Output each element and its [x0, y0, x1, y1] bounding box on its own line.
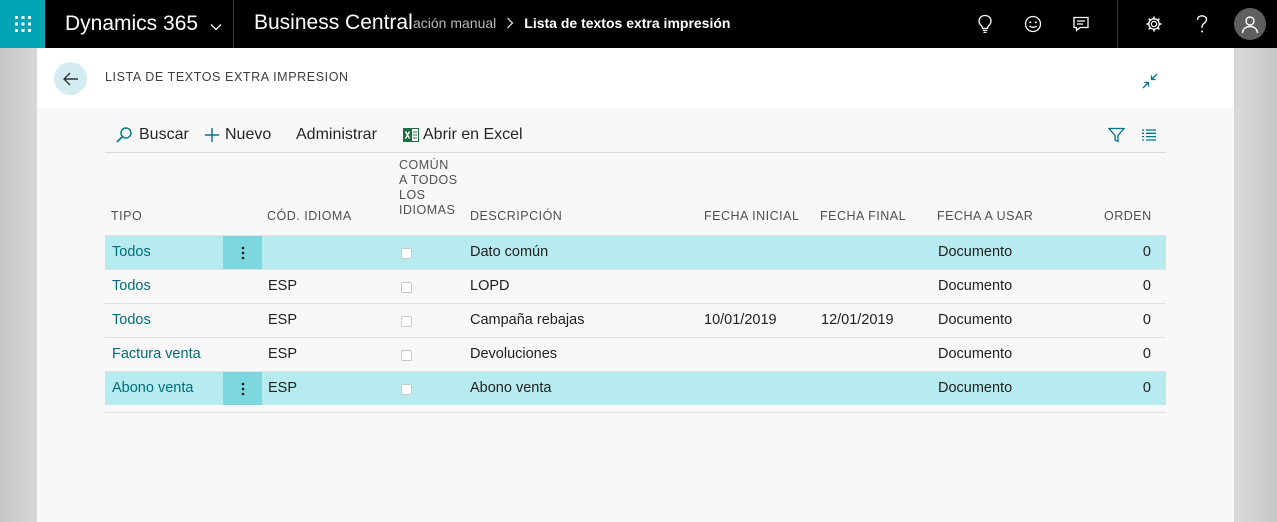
gear-icon[interactable] — [1142, 12, 1166, 36]
table-row[interactable]: Todos ESP Campaña rebajas 10/01/2019 12/… — [105, 303, 1166, 337]
chevron-down-icon — [210, 13, 222, 37]
search-button[interactable]: Buscar — [115, 126, 189, 144]
column-header-orden[interactable]: ORDEN — [1104, 209, 1152, 223]
breadcrumb: ación manual Lista de textos extra impre… — [413, 15, 730, 31]
action-bar: Buscar Nuevo Administrar Abrir en Excel — [105, 115, 1166, 153]
product-switcher[interactable]: Dynamics 365 — [65, 11, 222, 37]
excel-label: Abrir en Excel — [423, 126, 523, 143]
table-row[interactable]: Abono venta ESP Abono venta Documento 0 — [105, 371, 1166, 405]
waffle-icon — [14, 16, 31, 32]
search-icon — [115, 126, 133, 144]
table-row[interactable]: Todos Dato común Documento 0 — [105, 235, 1166, 269]
app-name[interactable]: Business Central — [254, 11, 413, 35]
cell-tipo[interactable]: Factura venta — [112, 338, 201, 371]
open-in-excel-button[interactable]: Abrir en Excel — [403, 126, 523, 144]
arrow-left-icon — [62, 72, 78, 85]
cell-orden: 0 — [1142, 346, 1151, 362]
column-header-tipo[interactable]: TIPO — [111, 209, 142, 223]
more-vertical-icon — [241, 246, 244, 259]
collapse-icon — [1142, 73, 1158, 89]
breadcrumb-previous[interactable]: ación manual — [413, 15, 496, 31]
list-page: LISTA DE TEXTOS EXTRA IMPRESION Buscar N… — [37, 48, 1234, 522]
column-header-fecha-usar[interactable]: FECHA A USAR — [937, 209, 1033, 223]
topbar-divider — [233, 0, 234, 48]
user-avatar[interactable] — [1234, 8, 1266, 40]
common-checkbox[interactable] — [401, 248, 412, 259]
cell-fecha-usar: Documento — [938, 244, 1013, 260]
row-actions-button[interactable] — [223, 236, 262, 269]
cell-fecha-final: 12/01/2019 — [821, 312, 894, 328]
cell-orden: 0 — [1142, 312, 1151, 328]
breadcrumb-current: Lista de textos extra impresión — [524, 15, 731, 31]
product-name: Dynamics 365 — [65, 12, 199, 35]
grid-bottom-border — [105, 412, 1166, 413]
cell-descripcion: Devoluciones — [470, 346, 558, 362]
column-header-fecha-final[interactable]: FECHA FINAL — [820, 209, 906, 223]
help-icon[interactable] — [1190, 12, 1214, 36]
page-body: Buscar Nuevo Administrar Abrir en Excel — [37, 107, 1234, 522]
cell-descripcion: Abono venta — [470, 380, 552, 396]
manage-button[interactable]: Administrar — [296, 126, 377, 144]
cell-fecha-usar: Documento — [938, 278, 1013, 294]
excel-icon — [403, 127, 419, 143]
cell-fecha-inicial: 10/01/2019 — [704, 312, 777, 328]
cell-tipo[interactable]: Abono venta — [112, 372, 193, 405]
cell-fecha-usar: Documento — [938, 312, 1013, 328]
more-vertical-icon — [241, 382, 244, 395]
table-row[interactable]: Todos ESP LOPD Documento 0 — [105, 269, 1166, 303]
page-title: LISTA DE TEXTOS EXTRA IMPRESION — [105, 70, 349, 84]
filter-icon[interactable] — [1107, 127, 1125, 143]
back-button[interactable] — [54, 62, 87, 95]
cell-descripcion: LOPD — [470, 278, 510, 294]
cell-orden: 0 — [1142, 244, 1151, 260]
search-label: Buscar — [139, 126, 189, 143]
common-checkbox[interactable] — [401, 282, 412, 293]
page-header: LISTA DE TEXTOS EXTRA IMPRESION — [37, 48, 1234, 107]
table-row[interactable]: Factura venta ESP Devoluciones Documento… — [105, 337, 1166, 371]
row-actions-button[interactable] — [223, 372, 262, 405]
cell-descripcion: Dato común — [470, 244, 549, 260]
cell-tipo[interactable]: Todos — [112, 270, 151, 303]
column-header-descripcion[interactable]: DESCRIPCIÓN — [470, 209, 562, 223]
cell-idioma: ESP — [268, 278, 298, 294]
cell-idioma: ESP — [268, 312, 298, 328]
app-launcher-button[interactable] — [0, 0, 45, 48]
list-view-icon[interactable] — [1140, 127, 1158, 143]
top-navigation-bar: Dynamics 365 Business Central ación manu… — [0, 0, 1277, 48]
cell-tipo[interactable]: Todos — [112, 236, 151, 269]
lightbulb-icon[interactable] — [973, 12, 997, 36]
chat-icon[interactable] — [1069, 12, 1093, 36]
cell-fecha-usar: Documento — [938, 346, 1013, 362]
plus-icon — [205, 128, 219, 142]
cell-orden: 0 — [1142, 380, 1151, 396]
cell-orden: 0 — [1142, 278, 1151, 294]
cell-tipo[interactable]: Todos — [112, 304, 151, 337]
user-icon — [1241, 16, 1259, 34]
common-checkbox[interactable] — [401, 350, 412, 361]
common-checkbox[interactable] — [401, 316, 412, 327]
topbar-divider — [1117, 0, 1118, 48]
cell-descripcion: Campaña rebajas — [470, 312, 585, 328]
chevron-right-icon — [506, 17, 514, 29]
smiley-icon[interactable] — [1021, 12, 1045, 36]
column-header-fecha-inicial[interactable]: FECHA INICIAL — [704, 209, 799, 223]
new-button[interactable]: Nuevo — [205, 126, 271, 144]
cell-fecha-usar: Documento — [938, 380, 1013, 396]
column-header-idioma[interactable]: CÓD. IDIOMA — [267, 209, 352, 223]
manage-label: Administrar — [296, 126, 377, 143]
column-header-comun[interactable]: COMÚN A TODOS LOS IDIOMAS — [399, 158, 459, 216]
cell-idioma: ESP — [268, 346, 298, 362]
collapse-button[interactable] — [1141, 72, 1159, 90]
new-label: Nuevo — [225, 126, 272, 143]
cell-idioma: ESP — [268, 380, 298, 396]
common-checkbox[interactable] — [401, 384, 412, 395]
